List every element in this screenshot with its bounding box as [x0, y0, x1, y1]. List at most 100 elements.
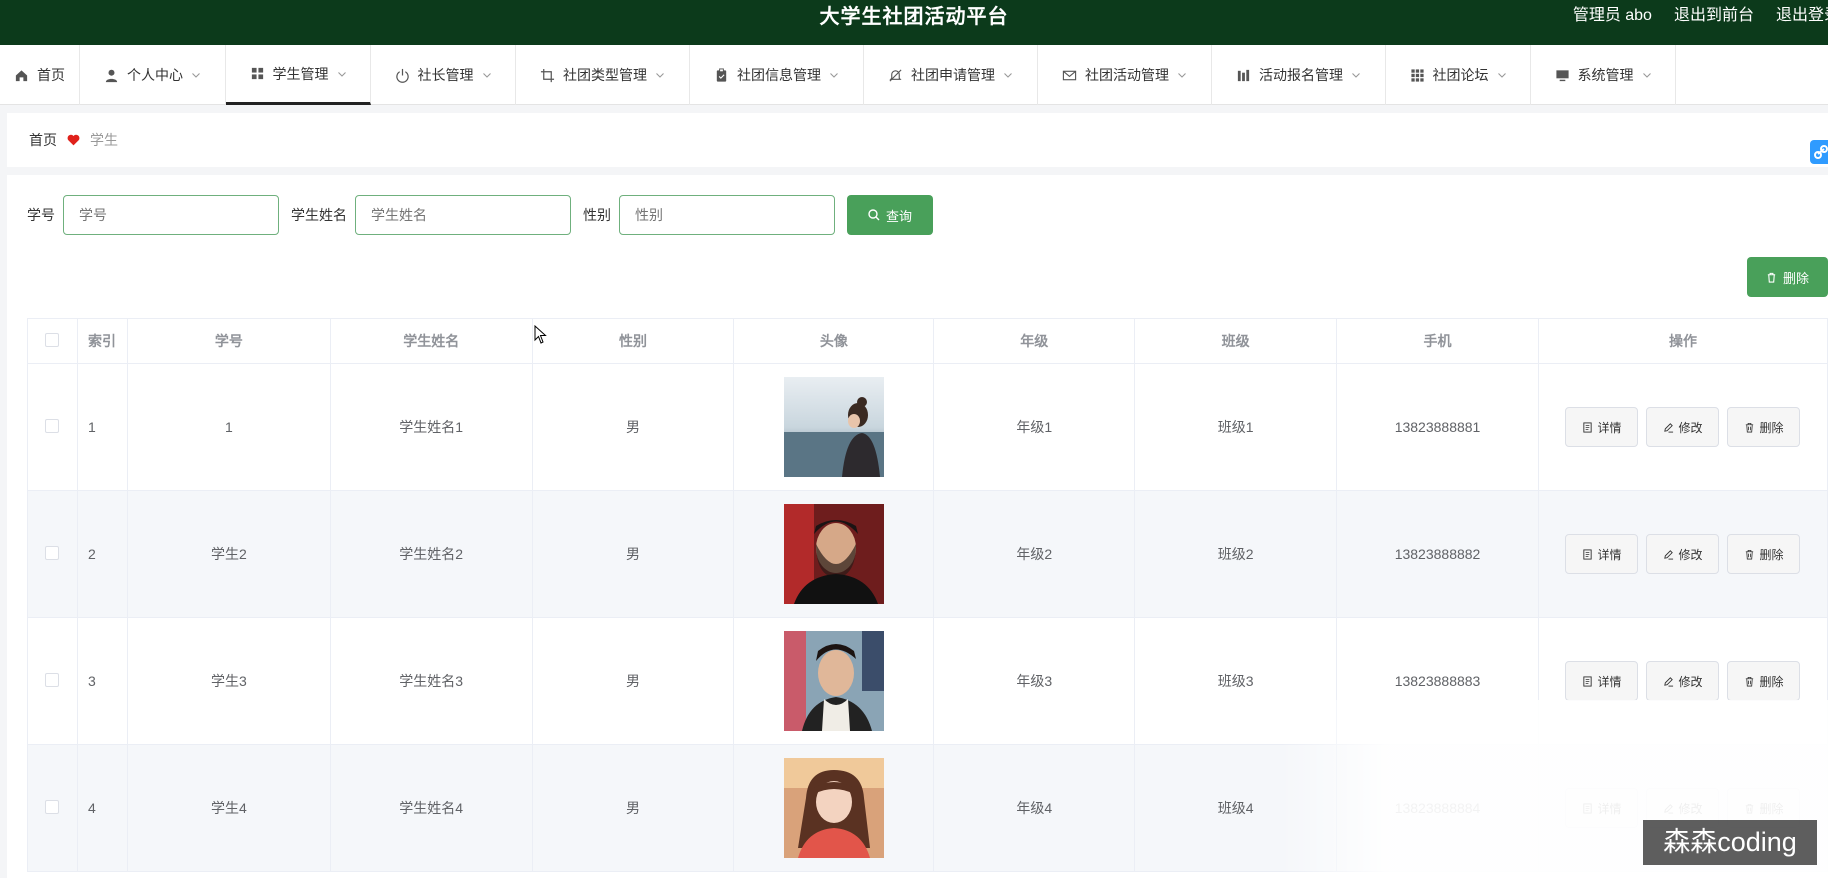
edit-button[interactable]: 修改: [1646, 534, 1720, 574]
table-row[interactable]: 1 1 学生姓名1 男年级1 班级1 13823888881 详情 修改 删除: [27, 363, 1828, 491]
monitor-icon: [1555, 68, 1570, 83]
edit-button[interactable]: 修改: [1646, 661, 1720, 701]
nav-item-10[interactable]: 系统管理: [1531, 45, 1676, 105]
delete-button[interactable]: 删除: [1727, 534, 1801, 574]
nav-item-0[interactable]: 首页: [0, 45, 80, 105]
avatar: [733, 363, 935, 491]
student-name-cell: 学生姓名2: [329, 490, 533, 618]
search-label-name: 学生姓名: [291, 207, 347, 223]
phone-cell: 13823888881: [1336, 363, 1539, 491]
table-header-row: 索引 学号 学生姓名 性别 头像 年级 班级 手机 操作: [27, 318, 1828, 364]
row-actions: 详情 修改 删除: [1537, 363, 1828, 491]
column-header: 头像: [733, 318, 935, 364]
link-icon[interactable]: [1810, 140, 1828, 164]
batch-delete-button[interactable]: 删除: [1747, 257, 1828, 297]
mouse-cursor-icon: [534, 325, 547, 344]
detail-button-label: 详情: [1597, 547, 1622, 562]
app-title: 大学生社团活动平台: [819, 6, 1009, 28]
mail-icon: [1062, 68, 1077, 83]
watermark: 森森coding: [1643, 820, 1817, 865]
detail-button[interactable]: 详情: [1565, 534, 1639, 574]
gender-cell: 男: [531, 363, 735, 491]
student-id-input[interactable]: [63, 195, 279, 235]
delete-button-label: 删除: [1759, 547, 1784, 562]
search-icon: [868, 209, 880, 221]
nav-item-3[interactable]: 社长管理: [371, 45, 516, 105]
row-checkbox[interactable]: [27, 617, 78, 745]
detail-button[interactable]: 详情: [1565, 407, 1639, 447]
heart-icon: [67, 134, 80, 146]
bell-off-icon: [888, 68, 903, 83]
grade-cell: 年级4: [933, 744, 1136, 872]
trash-icon: [1767, 272, 1776, 283]
grade-cell: 年级3: [933, 617, 1136, 745]
apps-icon: [1410, 68, 1425, 83]
row-checkbox[interactable]: [27, 363, 78, 491]
document-icon: [1583, 675, 1593, 687]
student-id-cell: 学生2: [126, 490, 331, 618]
nav-item-4[interactable]: 社团类型管理: [516, 45, 690, 105]
power-icon: [395, 68, 410, 83]
edit-button-label: 修改: [1678, 420, 1703, 435]
query-button[interactable]: 查询: [847, 195, 933, 235]
grade-cell: 年级2: [933, 490, 1136, 618]
nav-item-label: 社团类型管理: [563, 67, 647, 83]
class-cell: 班级1: [1134, 363, 1338, 491]
nav-item-label: 社团信息管理: [737, 67, 821, 83]
student-id-cell: 学生3: [126, 617, 331, 745]
nav-item-label: 社团申请管理: [911, 67, 995, 83]
nav-item-7[interactable]: 社团活动管理: [1038, 45, 1212, 105]
breadcrumb: 首页 学生: [7, 113, 1828, 167]
table-row[interactable]: 2 学生2 学生姓名2 男 年级2 班级2 13823888882 详情 修改 删除: [27, 490, 1828, 618]
edit-button-label: 修改: [1678, 674, 1703, 689]
phone-cell: 13823888882: [1336, 490, 1539, 618]
edit-icon: [1664, 676, 1674, 687]
back-to-front-link[interactable]: 退出到前台: [1674, 0, 1754, 32]
delete-button[interactable]: 删除: [1727, 407, 1801, 447]
nav-item-9[interactable]: 社团论坛: [1386, 45, 1531, 105]
detail-button[interactable]: 详情: [1565, 661, 1639, 701]
document-icon: [1583, 421, 1593, 433]
nav-item-label: 个人中心: [127, 67, 183, 83]
delete-button-label: 删除: [1759, 674, 1784, 689]
nav-item-label: 首页: [37, 67, 65, 83]
select-all-checkbox[interactable]: [27, 318, 78, 364]
search-label-id: 学号: [27, 207, 55, 223]
chevron-down-icon: [1642, 73, 1651, 78]
row-checkbox[interactable]: [27, 490, 78, 618]
logout-link[interactable]: 退出登录: [1776, 0, 1828, 32]
row-index: 1: [76, 363, 128, 491]
edit-button[interactable]: 修改: [1646, 407, 1720, 447]
search-label-gender: 性别: [583, 207, 611, 223]
breadcrumb-home[interactable]: 首页: [29, 130, 57, 150]
nav-item-2[interactable]: 学生管理: [226, 45, 371, 105]
batch-delete-label: 删除: [1782, 270, 1809, 286]
gender-input[interactable]: [619, 195, 835, 235]
trash-icon: [1746, 422, 1754, 432]
main-nav: 首页 个人中心 学生管理 社长管理 社团类型管理 社团信息管理 社团申请管理 社团活动管理 活动…: [0, 45, 1828, 105]
home-icon: [14, 68, 29, 83]
edit-icon: [1664, 549, 1674, 560]
column-header: 索引: [76, 318, 128, 364]
nav-item-label: 学生管理: [272, 65, 329, 82]
nav-item-6[interactable]: 社团申请管理: [864, 45, 1038, 105]
edit-button-label: 修改: [1678, 547, 1703, 562]
chevron-down-icon: [1352, 73, 1360, 78]
student-id-cell: 学生4: [126, 744, 331, 872]
student-name-input[interactable]: [355, 195, 571, 235]
trash-icon: [1746, 676, 1754, 686]
student-id-cell: 1: [126, 363, 331, 491]
avatar: [733, 490, 935, 618]
nav-item-5[interactable]: 社团信息管理: [690, 45, 864, 105]
clipboard-icon: [714, 67, 729, 83]
grid-icon: [250, 66, 265, 81]
delete-button[interactable]: 删除: [1727, 661, 1801, 701]
avatar: [733, 617, 935, 745]
student-name-cell: 学生姓名1: [329, 363, 533, 491]
nav-item-1[interactable]: 个人中心: [80, 45, 226, 105]
column-header: 性别: [531, 318, 735, 364]
top-header: 大学生社团活动平台 管理员 abo 退出到前台 退出登录: [0, 0, 1828, 45]
nav-item-8[interactable]: 活动报名管理: [1212, 45, 1386, 105]
row-checkbox[interactable]: [27, 744, 78, 872]
column-header: 年级: [933, 318, 1136, 364]
